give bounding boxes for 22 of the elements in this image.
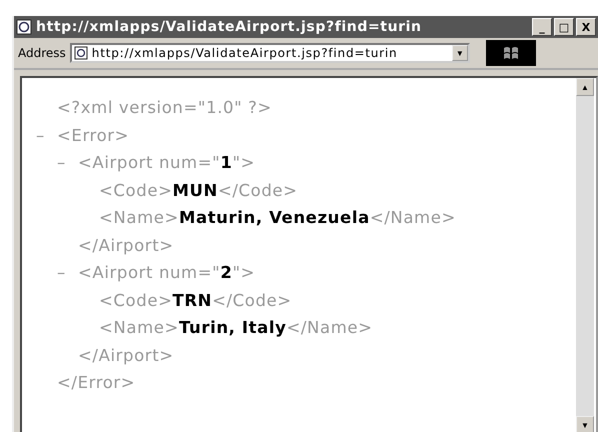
scroll-up-button[interactable]: ▲ (576, 78, 594, 96)
scroll-down-button[interactable]: ▼ (576, 416, 594, 432)
dropdown-button[interactable]: ▼ (452, 45, 468, 61)
window-control-button[interactable]: X (576, 18, 596, 36)
xml-tag: <Error> (57, 122, 130, 149)
xml-line: <Code>MUN</Code> (99, 180, 298, 202)
page-icon (74, 46, 88, 60)
xml-tag: <Airport num="2"> (78, 259, 256, 286)
window-control-button[interactable]: _ (532, 18, 552, 36)
xml-tag: </Airport> (78, 232, 174, 259)
address-field[interactable]: http://xmlapps/ValidateAirport.jsp?find=turin ▼ (70, 43, 470, 63)
xml-line: <Name>Turin, Italy</Name> (99, 317, 373, 339)
xml-tag: </Error> (57, 369, 136, 396)
window-control-button[interactable]: □ (554, 18, 574, 36)
xml-line: <Code>TRN</Code> (99, 290, 292, 312)
xml-tag: <Airport num="1"> (78, 149, 256, 176)
xml-line: <Name>Maturin, Venezuela</Name> (99, 207, 456, 229)
window-title: http://xmlapps/ValidateAirport.jsp?find=turin (36, 19, 423, 35)
xml-tag: </Airport> (78, 342, 174, 369)
xml-line: <?xml version="1.0" ?> (57, 97, 272, 119)
address-label: Address (18, 46, 66, 60)
scrollbar[interactable]: ▲ ▼ (576, 78, 594, 432)
